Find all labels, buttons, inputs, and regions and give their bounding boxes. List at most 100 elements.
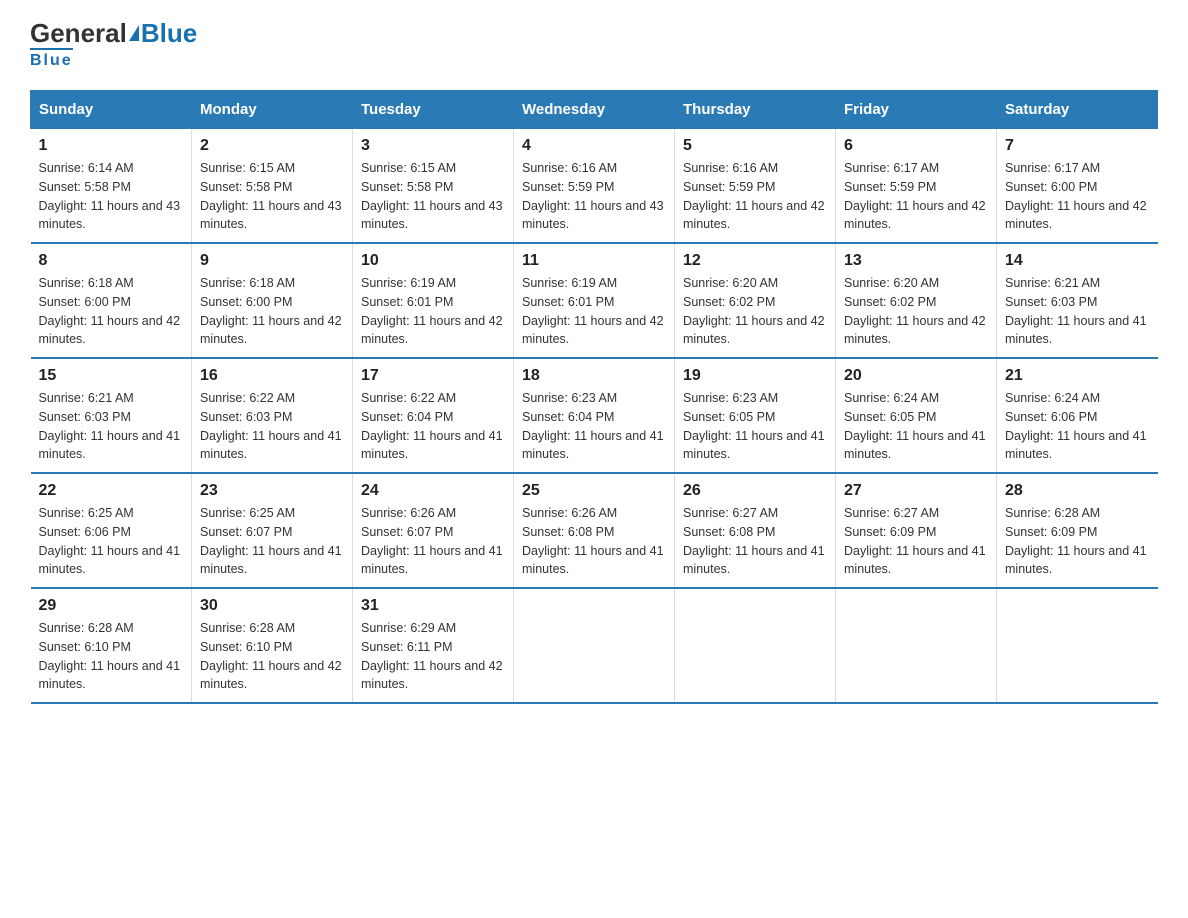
- calendar-cell: 14 Sunrise: 6:21 AMSunset: 6:03 PMDaylig…: [997, 243, 1158, 358]
- calendar-cell: 30 Sunrise: 6:28 AMSunset: 6:10 PMDaylig…: [192, 588, 353, 703]
- calendar-cell: [675, 588, 836, 703]
- calendar-cell: 2 Sunrise: 6:15 AMSunset: 5:58 PMDayligh…: [192, 129, 353, 244]
- day-number: 9: [200, 252, 344, 270]
- day-number: 13: [844, 252, 988, 270]
- day-info: Sunrise: 6:29 AMSunset: 6:11 PMDaylight:…: [361, 621, 503, 691]
- day-info: Sunrise: 6:27 AMSunset: 6:09 PMDaylight:…: [844, 506, 986, 576]
- day-number: 20: [844, 367, 988, 385]
- day-info: Sunrise: 6:25 AMSunset: 6:07 PMDaylight:…: [200, 506, 342, 576]
- day-number: 14: [1005, 252, 1150, 270]
- day-number: 27: [844, 482, 988, 500]
- calendar-cell: 23 Sunrise: 6:25 AMSunset: 6:07 PMDaylig…: [192, 473, 353, 588]
- day-number: 8: [39, 252, 184, 270]
- calendar-cell: 25 Sunrise: 6:26 AMSunset: 6:08 PMDaylig…: [514, 473, 675, 588]
- calendar-week-row: 1 Sunrise: 6:14 AMSunset: 5:58 PMDayligh…: [31, 129, 1158, 244]
- day-info: Sunrise: 6:27 AMSunset: 6:08 PMDaylight:…: [683, 506, 825, 576]
- day-number: 19: [683, 367, 827, 385]
- day-number: 31: [361, 597, 505, 615]
- day-number: 10: [361, 252, 505, 270]
- logo-top-line: GeneralBlue: [30, 20, 197, 46]
- calendar-cell: 17 Sunrise: 6:22 AMSunset: 6:04 PMDaylig…: [353, 358, 514, 473]
- calendar-cell: 27 Sunrise: 6:27 AMSunset: 6:09 PMDaylig…: [836, 473, 997, 588]
- calendar-cell: 20 Sunrise: 6:24 AMSunset: 6:05 PMDaylig…: [836, 358, 997, 473]
- calendar-cell: 18 Sunrise: 6:23 AMSunset: 6:04 PMDaylig…: [514, 358, 675, 473]
- day-info: Sunrise: 6:15 AMSunset: 5:58 PMDaylight:…: [361, 161, 503, 231]
- header-wednesday: Wednesday: [514, 91, 675, 129]
- day-info: Sunrise: 6:17 AMSunset: 6:00 PMDaylight:…: [1005, 161, 1147, 231]
- calendar-cell: 31 Sunrise: 6:29 AMSunset: 6:11 PMDaylig…: [353, 588, 514, 703]
- day-number: 17: [361, 367, 505, 385]
- calendar-cell: [514, 588, 675, 703]
- calendar-header-row: SundayMondayTuesdayWednesdayThursdayFrid…: [31, 91, 1158, 129]
- day-info: Sunrise: 6:17 AMSunset: 5:59 PMDaylight:…: [844, 161, 986, 231]
- calendar-cell: 10 Sunrise: 6:19 AMSunset: 6:01 PMDaylig…: [353, 243, 514, 358]
- day-info: Sunrise: 6:22 AMSunset: 6:04 PMDaylight:…: [361, 391, 503, 461]
- day-number: 23: [200, 482, 344, 500]
- calendar-cell: 1 Sunrise: 6:14 AMSunset: 5:58 PMDayligh…: [31, 129, 192, 244]
- day-info: Sunrise: 6:28 AMSunset: 6:10 PMDaylight:…: [200, 621, 342, 691]
- header-monday: Monday: [192, 91, 353, 129]
- page-header: GeneralBlue Blue: [30, 20, 1158, 70]
- calendar-cell: [997, 588, 1158, 703]
- logo-general-text: General: [30, 20, 127, 46]
- day-number: 18: [522, 367, 666, 385]
- logo-tagline: Blue: [30, 48, 73, 70]
- day-number: 30: [200, 597, 344, 615]
- calendar-week-row: 22 Sunrise: 6:25 AMSunset: 6:06 PMDaylig…: [31, 473, 1158, 588]
- calendar-cell: 6 Sunrise: 6:17 AMSunset: 5:59 PMDayligh…: [836, 129, 997, 244]
- day-number: 4: [522, 137, 666, 155]
- day-info: Sunrise: 6:24 AMSunset: 6:06 PMDaylight:…: [1005, 391, 1147, 461]
- logo-chevron-icon: [129, 25, 139, 41]
- day-number: 22: [39, 482, 184, 500]
- calendar-cell: 12 Sunrise: 6:20 AMSunset: 6:02 PMDaylig…: [675, 243, 836, 358]
- day-info: Sunrise: 6:28 AMSunset: 6:09 PMDaylight:…: [1005, 506, 1147, 576]
- day-info: Sunrise: 6:21 AMSunset: 6:03 PMDaylight:…: [39, 391, 181, 461]
- day-number: 1: [39, 137, 184, 155]
- day-number: 12: [683, 252, 827, 270]
- day-info: Sunrise: 6:20 AMSunset: 6:02 PMDaylight:…: [844, 276, 986, 346]
- day-info: Sunrise: 6:23 AMSunset: 6:05 PMDaylight:…: [683, 391, 825, 461]
- day-info: Sunrise: 6:15 AMSunset: 5:58 PMDaylight:…: [200, 161, 342, 231]
- calendar-cell: [836, 588, 997, 703]
- day-info: Sunrise: 6:22 AMSunset: 6:03 PMDaylight:…: [200, 391, 342, 461]
- header-tuesday: Tuesday: [353, 91, 514, 129]
- day-info: Sunrise: 6:14 AMSunset: 5:58 PMDaylight:…: [39, 161, 181, 231]
- header-sunday: Sunday: [31, 91, 192, 129]
- day-info: Sunrise: 6:16 AMSunset: 5:59 PMDaylight:…: [522, 161, 664, 231]
- calendar-cell: 29 Sunrise: 6:28 AMSunset: 6:10 PMDaylig…: [31, 588, 192, 703]
- calendar-cell: 4 Sunrise: 6:16 AMSunset: 5:59 PMDayligh…: [514, 129, 675, 244]
- day-number: 25: [522, 482, 666, 500]
- calendar-cell: 3 Sunrise: 6:15 AMSunset: 5:58 PMDayligh…: [353, 129, 514, 244]
- day-number: 6: [844, 137, 988, 155]
- day-info: Sunrise: 6:26 AMSunset: 6:07 PMDaylight:…: [361, 506, 503, 576]
- header-saturday: Saturday: [997, 91, 1158, 129]
- calendar-cell: 26 Sunrise: 6:27 AMSunset: 6:08 PMDaylig…: [675, 473, 836, 588]
- calendar-cell: 9 Sunrise: 6:18 AMSunset: 6:00 PMDayligh…: [192, 243, 353, 358]
- calendar-cell: 21 Sunrise: 6:24 AMSunset: 6:06 PMDaylig…: [997, 358, 1158, 473]
- day-number: 5: [683, 137, 827, 155]
- day-number: 16: [200, 367, 344, 385]
- day-info: Sunrise: 6:20 AMSunset: 6:02 PMDaylight:…: [683, 276, 825, 346]
- day-number: 29: [39, 597, 184, 615]
- calendar-week-row: 15 Sunrise: 6:21 AMSunset: 6:03 PMDaylig…: [31, 358, 1158, 473]
- day-number: 21: [1005, 367, 1150, 385]
- calendar-cell: 13 Sunrise: 6:20 AMSunset: 6:02 PMDaylig…: [836, 243, 997, 358]
- header-thursday: Thursday: [675, 91, 836, 129]
- calendar-cell: 7 Sunrise: 6:17 AMSunset: 6:00 PMDayligh…: [997, 129, 1158, 244]
- calendar-week-row: 29 Sunrise: 6:28 AMSunset: 6:10 PMDaylig…: [31, 588, 1158, 703]
- calendar-cell: 24 Sunrise: 6:26 AMSunset: 6:07 PMDaylig…: [353, 473, 514, 588]
- day-info: Sunrise: 6:24 AMSunset: 6:05 PMDaylight:…: [844, 391, 986, 461]
- day-number: 7: [1005, 137, 1150, 155]
- calendar-cell: 16 Sunrise: 6:22 AMSunset: 6:03 PMDaylig…: [192, 358, 353, 473]
- day-info: Sunrise: 6:18 AMSunset: 6:00 PMDaylight:…: [39, 276, 181, 346]
- day-info: Sunrise: 6:23 AMSunset: 6:04 PMDaylight:…: [522, 391, 664, 461]
- calendar-cell: 11 Sunrise: 6:19 AMSunset: 6:01 PMDaylig…: [514, 243, 675, 358]
- day-info: Sunrise: 6:21 AMSunset: 6:03 PMDaylight:…: [1005, 276, 1147, 346]
- logo: GeneralBlue Blue: [30, 20, 197, 70]
- day-info: Sunrise: 6:16 AMSunset: 5:59 PMDaylight:…: [683, 161, 825, 231]
- calendar-cell: 28 Sunrise: 6:28 AMSunset: 6:09 PMDaylig…: [997, 473, 1158, 588]
- day-info: Sunrise: 6:19 AMSunset: 6:01 PMDaylight:…: [522, 276, 664, 346]
- calendar-cell: 8 Sunrise: 6:18 AMSunset: 6:00 PMDayligh…: [31, 243, 192, 358]
- day-number: 15: [39, 367, 184, 385]
- day-info: Sunrise: 6:26 AMSunset: 6:08 PMDaylight:…: [522, 506, 664, 576]
